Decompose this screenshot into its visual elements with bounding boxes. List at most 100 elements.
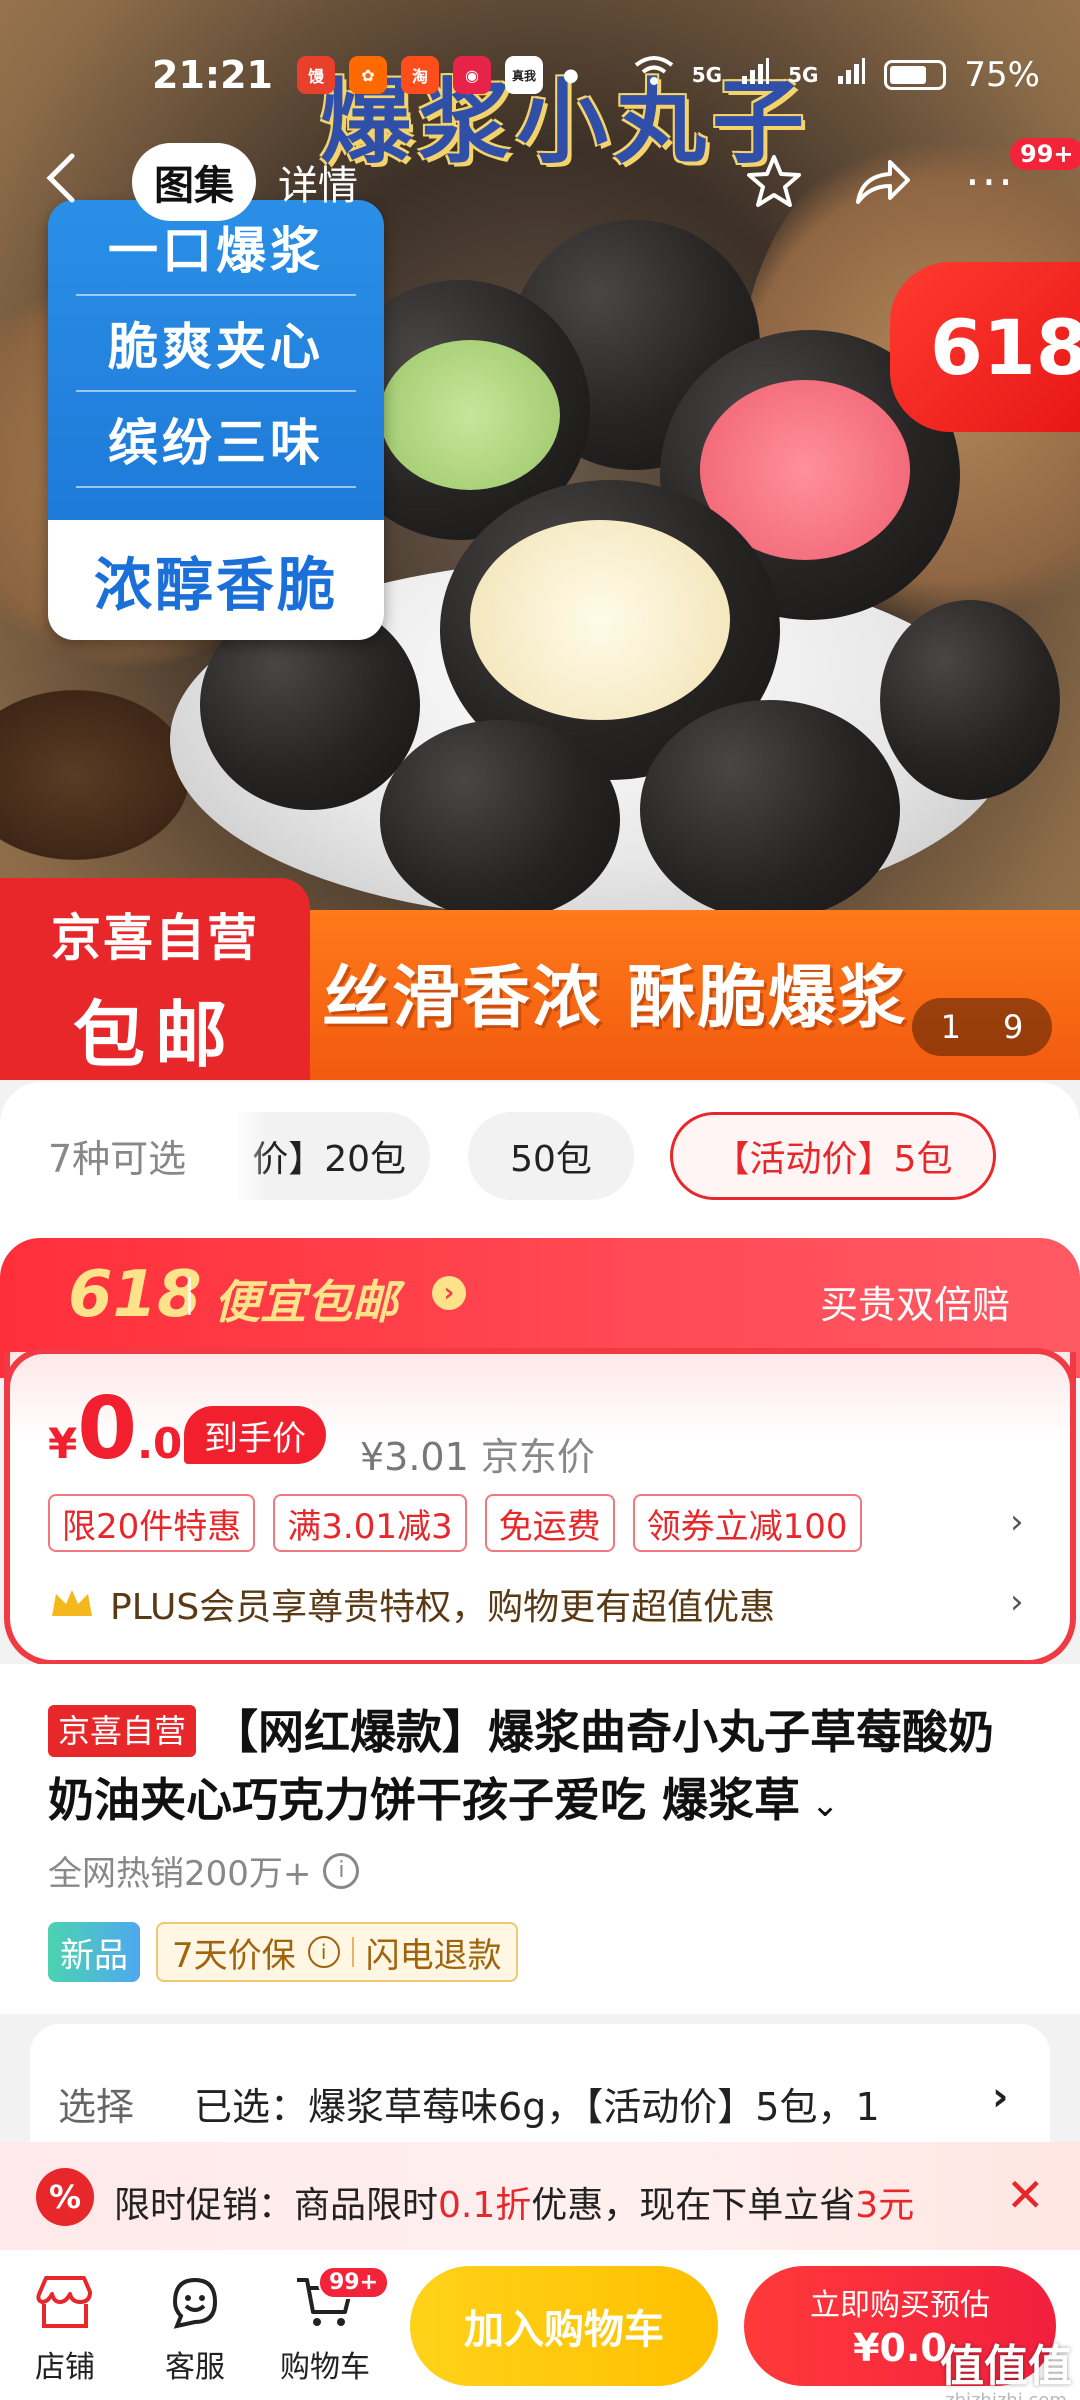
cocoa-bean-plate <box>0 690 190 860</box>
feature-item: 缤纷三味 <box>76 392 356 488</box>
feature-highlight: 浓醇香脆 <box>48 520 384 640</box>
message-badge: 99+ <box>1010 138 1080 170</box>
free-shipping-box: 京喜自营 包邮 <box>0 878 310 1080</box>
favorite-button[interactable] <box>742 150 806 214</box>
status-bar: 21:21 馒 ✿ 淘 ◉ 真我 ● 5G 5G 75% <box>0 40 1080 110</box>
battery-level: 75% <box>964 55 1040 95</box>
image-counter: 1 9 <box>912 998 1052 1056</box>
chevron-right-icon[interactable]: › <box>1010 1502 1024 1542</box>
sales-info: 全网热销200万+ i <box>48 1846 360 1895</box>
promo-prefix: 限时促销：商品限时 <box>114 2185 439 2226</box>
app-pink-icon: ◉ <box>452 56 491 94</box>
chevron-right-icon[interactable]: › <box>432 1276 466 1310</box>
more-dots-icon: ··· <box>965 155 1015 209</box>
chevron-right-icon[interactable]: › <box>1010 1582 1024 1622</box>
customer-service-button[interactable]: 客服 <box>140 2262 250 2386</box>
product-title[interactable]: 京喜自营 【网红爆款】爆浆曲奇小丸子草莓酸奶奶油夹心巧克力饼干孩子爱吃 爆浆草 ⌄ <box>48 1698 1038 1839</box>
chat-face-icon <box>172 2277 218 2329</box>
original-price: ¥3.01 京东价 <box>360 1426 595 1481</box>
chip-fade-overlay <box>230 1112 270 1200</box>
price-integer: 0 <box>77 1379 138 1479</box>
promo-divider <box>188 1277 191 1315</box>
store-label: 店铺 <box>35 2350 95 2385</box>
star-icon <box>747 155 801 207</box>
promo-title[interactable]: 便宜包邮 <box>214 1266 398 1332</box>
tab-gallery[interactable]: 图集 <box>132 143 256 221</box>
hero-slogan: 丝滑香浓 酥脆爆浆 <box>322 959 908 1038</box>
image-counter-current: 1 <box>940 1008 961 1046</box>
gallery-tabs: 图集 详情 <box>132 140 380 224</box>
cart-label: 购物车 <box>280 2350 370 2385</box>
back-button[interactable] <box>42 150 102 210</box>
cookie-ball <box>640 700 900 920</box>
add-to-cart-button[interactable]: 加入购物车 <box>410 2266 718 2386</box>
image-counter-total: 9 <box>1003 1008 1024 1046</box>
coupon-tag[interactable]: 满3.01减3 <box>273 1494 467 1552</box>
store-icon <box>36 2276 92 2328</box>
divider <box>351 1937 354 1967</box>
promo-618-tag: 618 <box>68 1258 202 1332</box>
original-price-value: ¥3.01 <box>360 1435 469 1479</box>
notification-dot-icon: ● <box>562 64 579 86</box>
store-button[interactable]: 店铺 <box>10 2262 120 2386</box>
buy-now-label: 立即购买预估 <box>810 2288 990 2323</box>
spec-chip-active[interactable]: 【活动价】5包 <box>670 1112 996 1200</box>
cart-count-badge: 99+ <box>318 2266 390 2299</box>
feature-card: 一口爆浆 脆爽夹心 缤纷三味 浓醇香脆 <box>48 200 384 640</box>
watermark-site: zhizhizhi.com <box>936 2390 1076 2400</box>
coupon-tag[interactable]: 限20件特惠 <box>48 1494 256 1552</box>
chevron-right-icon[interactable]: › <box>992 2074 1008 2120</box>
cookie-ball <box>880 600 1060 800</box>
spec-count[interactable]: 7种可选 <box>48 1128 186 1183</box>
new-product-badge: 新品 <box>48 1922 140 1982</box>
close-icon[interactable]: ✕ <box>1006 2168 1045 2222</box>
coupon-list[interactable]: 限20件特惠 满3.01减3 免运费 领券立减100 <box>48 1494 862 1552</box>
service-label: 客服 <box>165 2350 225 2385</box>
self-operated-tag: 京喜自营 <box>48 1705 197 1757</box>
network-type-2: 5G <box>788 63 819 87</box>
battery-icon <box>884 60 947 90</box>
selection-label: 选择 <box>58 2085 135 2129</box>
signal-icon <box>836 55 866 95</box>
promo-discount: 0.1折 <box>438 2185 532 2226</box>
ship-line1: 京喜自营 <box>51 909 259 967</box>
coupon-tag[interactable]: 领券立减100 <box>632 1494 862 1552</box>
price-guarantee[interactable]: 买贵双倍赔 <box>820 1274 1010 1329</box>
price-protection-text: 7天价保 <box>172 1935 296 1976</box>
original-price-label: 京东价 <box>480 1435 595 1479</box>
info-icon[interactable]: i <box>323 1852 360 1889</box>
info-icon: i <box>307 1936 340 1968</box>
signal-icon <box>740 55 770 95</box>
wifi-icon <box>634 55 674 96</box>
app-taobao-icon: 淘 <box>400 56 439 94</box>
cookie-ball <box>380 720 620 920</box>
chevron-down-icon[interactable]: ⌄ <box>800 1785 840 1825</box>
status-time: 21:21 <box>152 53 273 97</box>
promo-saving: 3元 <box>855 2185 915 2226</box>
app-orange-icon: ✿ <box>348 56 387 94</box>
feature-item: 脆爽夹心 <box>76 296 356 392</box>
crown-icon <box>52 1590 92 1616</box>
chevron-left-icon <box>46 153 75 203</box>
tab-details[interactable]: 详情 <box>256 143 380 221</box>
ship-line2: 包邮 <box>72 993 237 1077</box>
watermark-text: 值值值 <box>940 2341 1072 2392</box>
plus-member-text: PLUS会员享尊贵特权，购物更有超值优惠 <box>110 1587 776 1628</box>
share-button[interactable] <box>850 150 914 214</box>
app-realme-icon: 真我 <box>504 56 543 94</box>
status-indicators: 5G 5G 75% <box>634 55 1040 96</box>
badge-618: 618 <box>890 262 1080 432</box>
coupon-tag[interactable]: 免运费 <box>484 1494 615 1552</box>
service-guarantee[interactable]: 7天价保 i 闪电退款 <box>156 1922 518 1982</box>
limited-promo-text: 限时促销：商品限时0.1折优惠，现在下单立省3元 <box>114 2176 914 2228</box>
network-type-1: 5G <box>691 63 723 87</box>
share-icon <box>856 160 910 204</box>
price-currency: ¥ <box>48 1419 78 1468</box>
fast-refund-text: 闪电退款 <box>365 1935 502 1976</box>
plus-member-row[interactable]: PLUS会员享尊贵特权，购物更有超值优惠 <box>48 1578 775 1630</box>
watermark: 值值值 zhizhizhi.com <box>936 2330 1076 2400</box>
sales-text: 全网热销200万+ <box>48 1854 312 1894</box>
selection-value: 已选：爆浆草莓味6g，【活动价】5包，1 <box>194 2085 880 2129</box>
discount-icon: % <box>36 2168 94 2226</box>
spec-chip[interactable]: 50包 <box>468 1112 634 1200</box>
